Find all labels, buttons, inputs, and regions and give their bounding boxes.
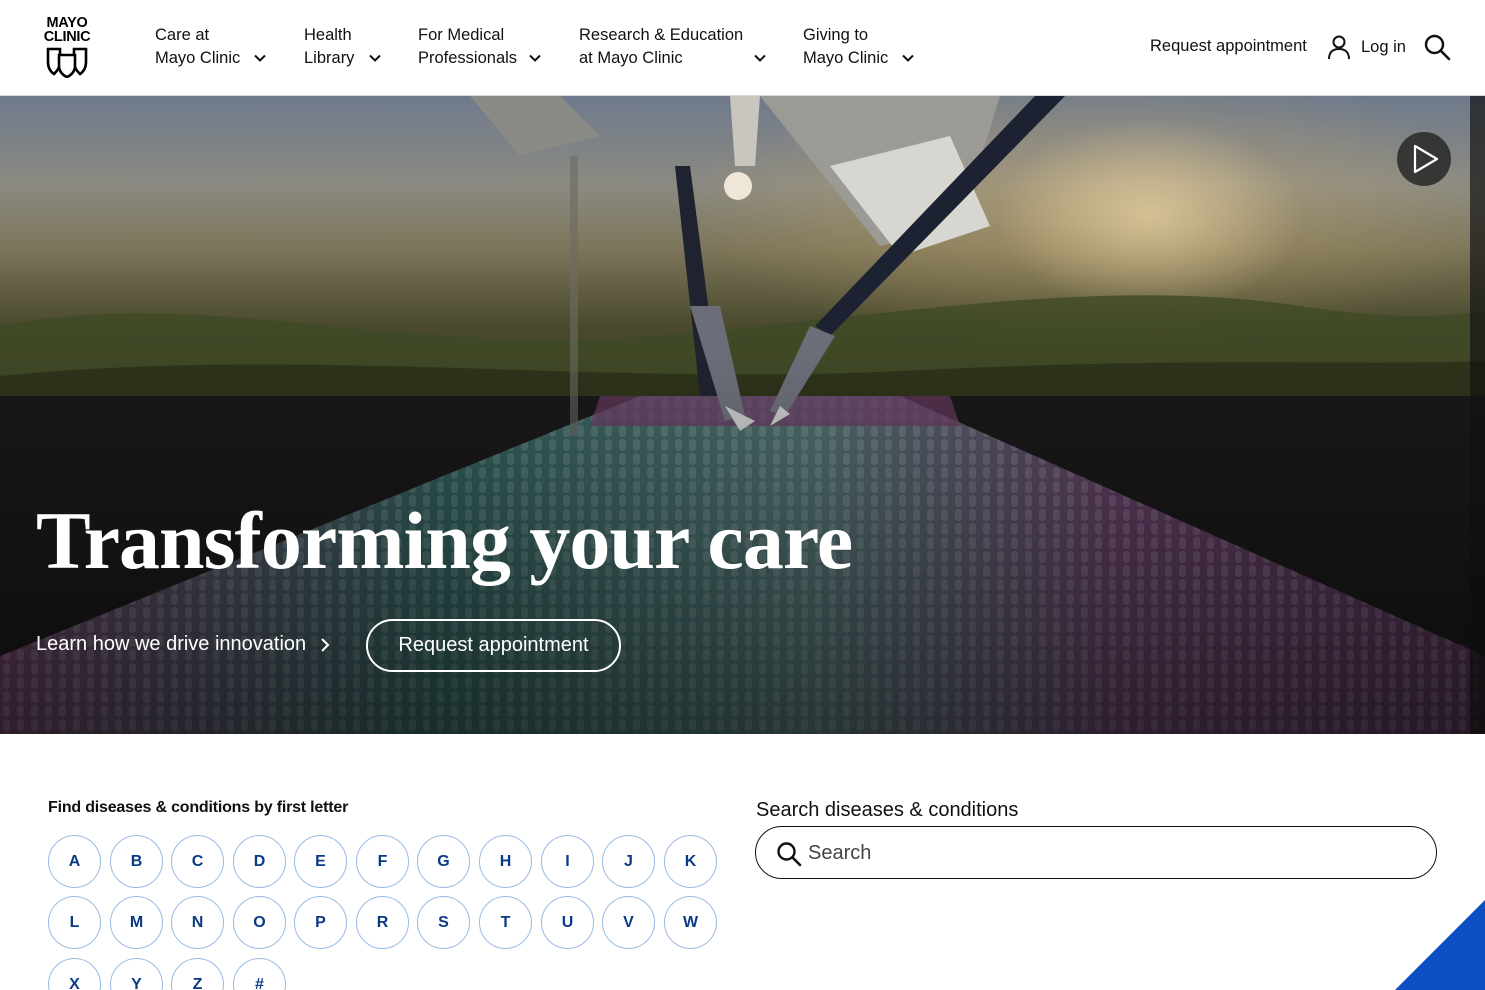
letter-button-f[interactable]: F	[356, 835, 409, 888]
letter-button-g[interactable]: G	[417, 835, 470, 888]
play-icon	[1413, 144, 1439, 174]
chevron-right-icon	[321, 637, 330, 652]
hero-banner: Transforming your care Learn how we driv…	[0, 96, 1485, 734]
nav-for-medical-professionals[interactable]: For Medical Professionals	[418, 24, 517, 70]
nav-label-line1: Care at	[155, 26, 210, 44]
letter-button-z[interactable]: Z	[171, 958, 224, 990]
letter-button-b[interactable]: B	[110, 835, 163, 888]
disease-search-input[interactable]	[808, 839, 1408, 867]
letter-button-p[interactable]: P	[294, 896, 347, 949]
nav-giving-to-mayo-clinic[interactable]: Giving to Mayo Clinic	[803, 24, 888, 70]
letter-button-w[interactable]: W	[664, 896, 717, 949]
shield-logo-icon	[46, 47, 88, 78]
letter-button-u[interactable]: U	[541, 896, 594, 949]
logo-line-2: CLINIC	[43, 29, 91, 45]
nav-label-line1: For Medical	[418, 26, 505, 44]
request-appointment-link[interactable]: Request appointment	[1150, 37, 1307, 56]
letter-button-o[interactable]: O	[233, 896, 286, 949]
letter-button-k[interactable]: K	[664, 835, 717, 888]
nav-health-library[interactable]: Health Library	[304, 24, 354, 70]
nav-label-line1: Research & Education	[579, 26, 744, 44]
letter-button-r[interactable]: R	[356, 896, 409, 949]
logo-line-1: MAYO	[46, 15, 88, 31]
chevron-down-icon[interactable]	[253, 51, 267, 65]
disease-search-box	[755, 826, 1437, 879]
play-video-button[interactable]	[1397, 132, 1451, 186]
nav-care-at-mayo-clinic[interactable]: Care at Mayo Clinic	[155, 24, 240, 70]
nav-label-line2: Mayo Clinic	[155, 49, 241, 67]
letter-button-l[interactable]: L	[48, 896, 101, 949]
nav-label-line2: Mayo Clinic	[803, 49, 889, 67]
search-section-title: Search diseases & conditions	[756, 799, 1019, 821]
letter-button-x[interactable]: X	[48, 958, 101, 990]
nav-label-line1: Giving to	[803, 26, 869, 44]
chevron-down-icon[interactable]	[753, 51, 767, 65]
letter-button-v[interactable]: V	[602, 896, 655, 949]
letter-button-m[interactable]: M	[110, 896, 163, 949]
learn-innovation-label: Learn how we drive innovation	[36, 633, 307, 655]
letter-button-hash[interactable]: #	[233, 958, 286, 990]
letter-button-d[interactable]: D	[233, 835, 286, 888]
chevron-down-icon[interactable]	[368, 51, 382, 65]
letter-button-n[interactable]: N	[171, 896, 224, 949]
letter-button-j[interactable]: J	[602, 835, 655, 888]
hero-request-appointment-button[interactable]: Request appointment	[366, 619, 621, 672]
mayo-clinic-logo[interactable]: MAYO CLINIC	[40, 16, 94, 82]
user-icon	[1328, 35, 1350, 60]
nav-label-line2: Professionals	[418, 49, 518, 67]
letter-button-e[interactable]: E	[294, 835, 347, 888]
nav-label-line1: Health	[304, 26, 352, 44]
search-icon[interactable]	[1423, 33, 1451, 61]
login-label: Log in	[1361, 37, 1406, 56]
az-section-title: Find diseases & conditions by first lett…	[48, 799, 349, 816]
chevron-down-icon[interactable]	[901, 51, 915, 65]
letter-button-h[interactable]: H	[479, 835, 532, 888]
letter-button-y[interactable]: Y	[110, 958, 163, 990]
nav-research-education[interactable]: Research & Education at Mayo Clinic	[579, 24, 743, 70]
nav-label-line2: at Mayo Clinic	[579, 49, 683, 67]
search-icon	[777, 842, 802, 867]
letter-button-c[interactable]: C	[171, 835, 224, 888]
letter-button-i[interactable]: I	[541, 835, 594, 888]
nav-label-line2: Library	[304, 49, 355, 67]
chevron-down-icon[interactable]	[528, 51, 542, 65]
letter-button-t[interactable]: T	[479, 896, 532, 949]
hero-title: Transforming your care	[36, 495, 853, 586]
site-header: MAYO CLINIC Care at Mayo Clinic Health L…	[0, 0, 1485, 96]
letter-button-a[interactable]: A	[48, 835, 101, 888]
login-link[interactable]: Log in	[1327, 34, 1406, 60]
learn-innovation-link[interactable]: Learn how we drive innovation	[36, 633, 330, 656]
letter-button-s[interactable]: S	[417, 896, 470, 949]
